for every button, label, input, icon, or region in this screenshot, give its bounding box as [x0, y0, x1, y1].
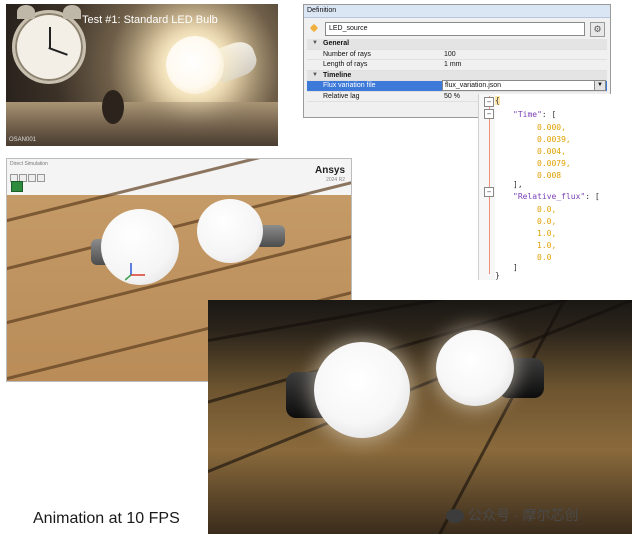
json-close-array: ] [513, 263, 518, 272]
fold-line [489, 96, 490, 274]
source-name-input[interactable]: LED_source [325, 22, 585, 36]
json-value: 0.000, [537, 123, 566, 132]
fold-toggle-icon[interactable]: − [484, 187, 494, 197]
json-line-time: "Time": [ [513, 110, 557, 119]
json-value: 0.004, [537, 147, 566, 156]
wechat-icon [446, 509, 464, 524]
collapse-triangle-icon[interactable]: ▼ [312, 71, 318, 81]
dark-disc-object [102, 90, 124, 124]
clock-minute-hand [48, 47, 68, 56]
watermark-text: 公众号 · 摩尔芯创 [468, 507, 579, 523]
collapse-triangle-icon[interactable]: ▼ [312, 39, 318, 49]
property-value[interactable]: 100 [444, 50, 456, 60]
plank-seam [208, 300, 632, 415]
json-value: 0.0039, [537, 135, 571, 144]
axis-triad-icon [125, 263, 145, 281]
render-bulb-right [436, 330, 514, 406]
viewer-hud-text: Direct Simulation [10, 161, 48, 167]
property-row-number-of-rays[interactable]: Number of rays 100 [307, 50, 607, 60]
json-value: 1.0, [537, 241, 557, 250]
rendered-animation-frame [208, 300, 632, 534]
json-key: "Relative_flux" [513, 192, 586, 201]
json-value: 1.0, [537, 229, 557, 238]
json-value: 0.0 [537, 253, 552, 262]
json-value: 0.008 [537, 171, 562, 180]
clock-hour-hand [49, 27, 51, 49]
fold-toggle-icon[interactable]: − [484, 97, 494, 107]
property-key: Length of rays [323, 61, 368, 68]
json-value: 0.0, [537, 205, 557, 214]
property-key: Number of rays [323, 50, 371, 58]
render-bulb-left [314, 342, 410, 438]
property-row-flux-variation-file[interactable]: Flux variation file flux_variation.json … [307, 80, 607, 92]
property-key: Relative lag [323, 92, 360, 100]
plank-seam [7, 165, 351, 280]
flux-file-dropdown[interactable]: flux_variation.json ▼ [442, 80, 606, 91]
property-value[interactable]: 50 % [444, 92, 460, 102]
property-grid: ▼ General Number of rays 100 Length of r… [307, 39, 607, 102]
view-tool-icon[interactable] [28, 174, 36, 182]
photo-table [6, 102, 278, 146]
category-label: General [323, 40, 350, 47]
json-line-relative-flux: "Relative_flux": [ [513, 192, 600, 201]
property-value[interactable]: 1 mm [444, 60, 462, 70]
json-close-array: ], [513, 180, 523, 189]
json-value: 0.0, [537, 217, 557, 226]
photo-title: Test #1: Standard LED Bulb [82, 14, 218, 26]
json-open-brace: { [495, 96, 500, 105]
json-close-brace: } [495, 271, 500, 280]
property-key: Flux variation file [323, 82, 376, 89]
category-general[interactable]: ▼ General [307, 39, 607, 50]
fold-toggle-icon[interactable]: − [484, 109, 494, 119]
photo-tag: OSAN001 [9, 137, 37, 143]
property-row-length-of-rays[interactable]: Length of rays 1 mm [307, 60, 607, 71]
alarm-clock-image [12, 5, 86, 84]
led-bulb-photo: Test #1: Standard LED Bulb OSAN001 [6, 4, 278, 146]
bulb-right[interactable] [197, 199, 263, 263]
json-key: "Time" [513, 110, 542, 119]
viewer-toolbar [10, 169, 46, 182]
dropdown-value: flux_variation.json [445, 82, 502, 89]
clock-bell-left [17, 5, 35, 19]
gear-icon[interactable]: ⚙ [590, 22, 605, 37]
caption: Animation at 10 FPS [33, 510, 180, 527]
view-tool-icon[interactable] [37, 174, 45, 182]
watermark: 公众号 · 摩尔芯创 [446, 505, 578, 525]
panel-header: Definition [304, 5, 610, 18]
clock-bell-right [63, 5, 81, 19]
ansys-version: 2024 R2 [326, 177, 345, 183]
json-editor[interactable]: − − − { "Time": [ 0.000, 0.0039, 0.004, … [478, 94, 637, 280]
ansys-logo: Ansys [314, 165, 345, 176]
category-label: Timeline [323, 71, 352, 79]
pencil-icon[interactable] [309, 23, 319, 33]
name-bar: LED_source ⚙ [307, 21, 607, 37]
chevron-down-icon[interactable]: ▼ [594, 81, 605, 90]
json-value: 0.0079, [537, 159, 571, 168]
photo-glowing-bulb [166, 36, 224, 94]
camera-icon[interactable] [11, 181, 23, 192]
